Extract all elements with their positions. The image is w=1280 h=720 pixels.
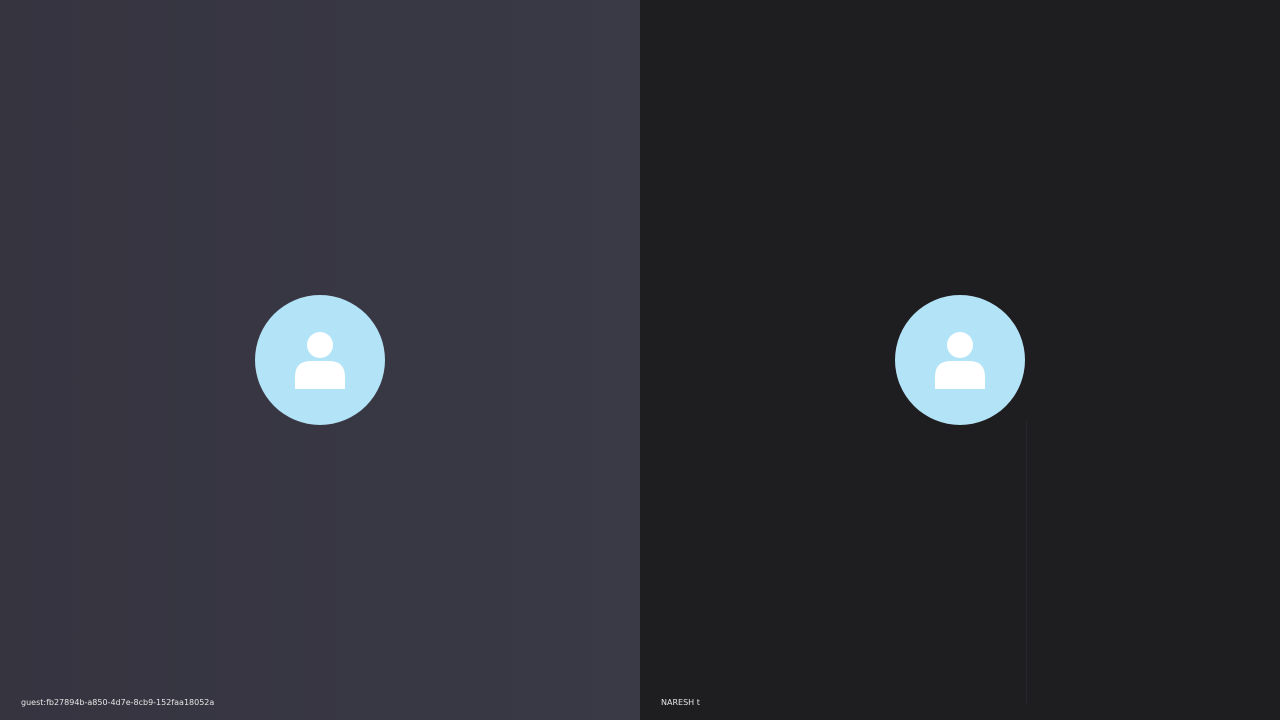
video-call-grid: guest:fb27894b-a850-4d7e-8cb9-152faa1805… [0,0,1280,720]
tile-divider [1026,420,1027,705]
participant-name-label: guest:fb27894b-a850-4d7e-8cb9-152faa1805… [21,698,215,707]
user-silhouette-icon [293,331,347,389]
participant-tile-naresh[interactable]: NARESH t [640,0,1280,720]
participant-tile-guest[interactable]: guest:fb27894b-a850-4d7e-8cb9-152faa1805… [0,0,640,720]
participant-name-label: NARESH t [661,698,700,707]
user-silhouette-icon [933,331,987,389]
participant-avatar [895,295,1025,425]
participant-avatar [255,295,385,425]
